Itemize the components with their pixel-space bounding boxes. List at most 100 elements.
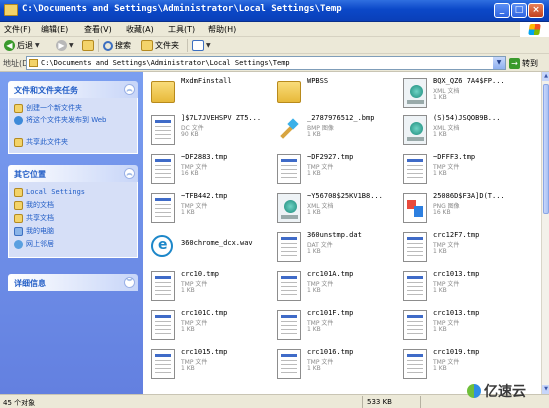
task-new-folder[interactable]: 创建一个新文件夹 bbox=[14, 104, 82, 113]
forward-button[interactable]: ▶ ▼ bbox=[56, 38, 74, 53]
file-view[interactable]: MxdmFinstall WPBSS BQX_QZ6 7A4$FP... XML … bbox=[143, 72, 541, 394]
file-item[interactable]: ~DF2927.tmp TMP 文件 1 KB bbox=[269, 151, 389, 187]
file-name: crc1016.tmp bbox=[307, 348, 354, 356]
file-name: crc1013.tmp bbox=[433, 309, 480, 317]
file-item[interactable]: (S)54)JSQOB9B... XML 文档 1 KB bbox=[395, 112, 515, 148]
title-bar[interactable]: C:\Documents and Settings\Administrator\… bbox=[0, 0, 549, 22]
toolbar: ◀ 后退 ▼ ▶ ▼ 搜索 文件夹 ▼ bbox=[0, 37, 549, 54]
folder-icon bbox=[277, 81, 301, 103]
file-item[interactable]: ~DFFF3.tmp TMP 文件 1 KB bbox=[395, 151, 515, 187]
menu-help[interactable]: 帮助(H) bbox=[208, 24, 236, 35]
document-icon bbox=[151, 349, 175, 379]
go-label: 转到 bbox=[522, 58, 538, 68]
share-folder-icon bbox=[14, 138, 23, 147]
document-icon bbox=[277, 232, 301, 262]
address-input[interactable]: C:\Documents and Settings\Administrator\… bbox=[26, 56, 506, 70]
file-item[interactable]: _2787976512_.bmp BMP 图像 1 KB bbox=[269, 112, 389, 148]
shared-documents-icon bbox=[14, 214, 23, 223]
file-size: 1 KB bbox=[181, 209, 195, 216]
file-item[interactable]: ~Y56708$25KV1B8... XML 文档 1 KB bbox=[269, 190, 389, 226]
menu-edit[interactable]: 编辑(E) bbox=[41, 24, 68, 35]
window-title: C:\Documents and Settings\Administrator\… bbox=[22, 4, 342, 14]
collapse-icon[interactable]: ︽ bbox=[124, 168, 135, 179]
task-publish-web[interactable]: 将这个文件夹发布到 Web bbox=[14, 116, 126, 125]
my-computer-icon bbox=[14, 227, 23, 236]
file-item[interactable]: crc1016.tmp TMP 文件 1 KB bbox=[269, 346, 389, 382]
maximize-button[interactable]: □ bbox=[511, 3, 527, 18]
file-size: 16 KB bbox=[433, 209, 451, 216]
menu-favorites[interactable]: 收藏(A) bbox=[126, 24, 154, 35]
task-label: 共享此文件夹 bbox=[26, 138, 68, 146]
search-button[interactable]: 搜索 bbox=[103, 38, 131, 53]
file-item[interactable]: crc1019.tmp TMP 文件 1 KB bbox=[395, 346, 515, 382]
other-places-header[interactable]: 其它位置 ︽ bbox=[8, 165, 138, 182]
document-icon bbox=[277, 271, 301, 301]
tasks-panel-header[interactable]: 文件和文件夹任务 ︽ bbox=[8, 81, 138, 98]
file-item[interactable]: WPBSS bbox=[269, 75, 389, 111]
file-item[interactable]: crc10.tmp TMP 文件 1 KB bbox=[143, 268, 263, 304]
other-places-body: Local Settings 我的文档 共享文档 我的电脑 网上邻居 bbox=[8, 182, 138, 258]
place-network[interactable]: 网上邻居 bbox=[14, 240, 54, 249]
file-name: crc101F.tmp bbox=[307, 309, 354, 317]
my-documents-icon bbox=[14, 201, 23, 210]
vertical-scrollbar[interactable]: ▲ ▼ bbox=[541, 72, 549, 394]
go-button[interactable]: → 转到 bbox=[509, 56, 547, 70]
file-item[interactable]: ~DF2883.tmp TMP 文件 16 KB bbox=[143, 151, 263, 187]
scroll-up-button[interactable]: ▲ bbox=[542, 72, 549, 81]
place-shared-documents[interactable]: 共享文档 bbox=[14, 214, 54, 223]
file-size: 1 KB bbox=[307, 248, 321, 255]
minimize-button[interactable]: _ bbox=[494, 3, 510, 18]
document-icon bbox=[151, 115, 175, 145]
address-dropdown-button[interactable]: ▼ bbox=[493, 57, 505, 69]
file-name: _2787976512_.bmp bbox=[307, 114, 375, 122]
menu-tools[interactable]: 工具(T) bbox=[168, 24, 195, 35]
place-my-documents[interactable]: 我的文档 bbox=[14, 201, 54, 210]
collapse-icon[interactable]: ︽ bbox=[124, 84, 135, 95]
place-local-settings[interactable]: Local Settings bbox=[14, 188, 85, 197]
place-label: 共享文档 bbox=[26, 214, 54, 222]
place-my-computer[interactable]: 我的电脑 bbox=[14, 227, 54, 236]
scroll-thumb[interactable] bbox=[543, 84, 549, 214]
task-share-folder[interactable]: 共享此文件夹 bbox=[14, 138, 68, 147]
close-button[interactable]: × bbox=[528, 3, 544, 18]
file-item[interactable]: BQX_QZ6 7A4$FP... XML 文档 1 KB bbox=[395, 75, 515, 111]
menu-view[interactable]: 查看(V) bbox=[84, 24, 112, 35]
back-label: 后退 bbox=[17, 41, 33, 50]
file-item[interactable]: crc1013.tmp TMP 文件 1 KB bbox=[395, 307, 515, 343]
file-size: 1 KB bbox=[433, 248, 447, 255]
file-name: crc1015.tmp bbox=[181, 348, 228, 356]
file-item[interactable]: 360chrome_dcx.wav bbox=[143, 229, 263, 265]
windows-logo bbox=[520, 22, 549, 37]
address-bar: 地址(D) C:\Documents and Settings\Administ… bbox=[0, 54, 549, 72]
file-item[interactable]: crc1015.tmp TMP 文件 1 KB bbox=[143, 346, 263, 382]
back-button[interactable]: ◀ 后退 ▼ bbox=[4, 38, 40, 53]
document-icon bbox=[151, 193, 175, 223]
document-icon bbox=[403, 310, 427, 340]
file-item[interactable]: ~TFB442.tmp TMP 文件 1 KB bbox=[143, 190, 263, 226]
file-item[interactable]: crc12F7.tmp TMP 文件 1 KB bbox=[395, 229, 515, 265]
expand-icon[interactable]: ︾ bbox=[124, 277, 135, 288]
scroll-down-button[interactable]: ▼ bbox=[542, 385, 549, 394]
file-item[interactable]: crc101A.tmp TMP 文件 1 KB bbox=[269, 268, 389, 304]
menu-file[interactable]: 文件(F) bbox=[4, 24, 31, 35]
views-button[interactable]: ▼ bbox=[192, 38, 211, 53]
up-folder-button[interactable] bbox=[82, 38, 94, 53]
folder-icon bbox=[151, 81, 175, 103]
file-item[interactable]: crc101C.tmp TMP 文件 1 KB bbox=[143, 307, 263, 343]
file-item[interactable]: ]$7L7JVEHSPV ZT5... DC 文件 90 KB bbox=[143, 112, 263, 148]
xml-icon bbox=[277, 193, 301, 223]
file-item[interactable]: crc1013.tmp TMP 文件 1 KB bbox=[395, 268, 515, 304]
file-item[interactable]: 360unstmp.dat DAT 文件 1 KB bbox=[269, 229, 389, 265]
file-name: MxdmFinstall bbox=[181, 77, 232, 85]
file-item[interactable]: MxdmFinstall bbox=[143, 75, 263, 111]
web-publish-icon bbox=[14, 116, 23, 125]
search-icon bbox=[103, 40, 113, 51]
file-size: 1 KB bbox=[181, 287, 195, 294]
file-item[interactable]: crc101F.tmp TMP 文件 1 KB bbox=[269, 307, 389, 343]
details-panel-header[interactable]: 详细信息 ︾ bbox=[8, 274, 138, 291]
up-folder-icon bbox=[82, 40, 94, 51]
folders-button[interactable]: 文件夹 bbox=[141, 38, 179, 53]
file-item[interactable]: 25086D$F3A]D(T... PNG 图像 16 KB bbox=[395, 190, 515, 226]
png-icon bbox=[403, 193, 427, 223]
tasks-panel-body: 创建一个新文件夹 将这个文件夹发布到 Web 共享此文件夹 bbox=[8, 98, 138, 154]
